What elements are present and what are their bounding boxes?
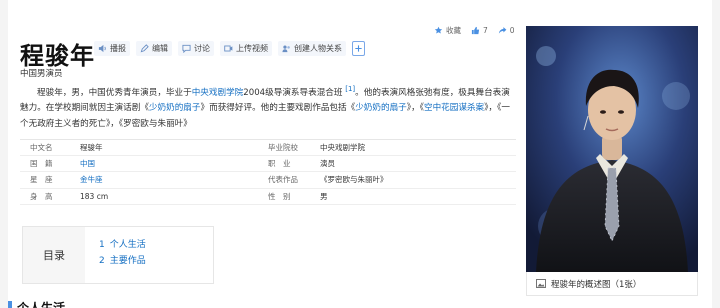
section-title: 个人生活 xyxy=(17,301,66,308)
toc-title: 目录 xyxy=(23,227,85,283)
share-count: 0 xyxy=(509,26,515,35)
info-key: 中文名 xyxy=(30,142,53,152)
toc-label: 个人生活 xyxy=(109,240,146,250)
info-value: 183 cm xyxy=(80,191,109,201)
plus-icon xyxy=(355,45,362,52)
toc-label: 主要作品 xyxy=(109,256,146,266)
toc-list: 1 个人生活 2 主要作品 xyxy=(99,237,151,269)
info-value: 中央戏剧学院 xyxy=(320,142,365,152)
upload-video-button[interactable]: 上传视频 xyxy=(220,41,272,56)
create-relation-label: 创建人物关系 xyxy=(294,44,342,53)
gallery-icon xyxy=(536,279,546,288)
create-relation-button[interactable]: 创建人物关系 xyxy=(278,41,346,56)
summary-text-1: 程骏年，男，中国优秀青年演员，毕业于 xyxy=(37,87,192,98)
portrait-photo[interactable] xyxy=(526,26,698,272)
star-icon xyxy=(434,26,443,34)
favorite-button[interactable]: 收藏 xyxy=(434,25,461,36)
speaker-icon xyxy=(98,44,106,53)
portrait-image xyxy=(526,26,698,272)
toolbar: 播报 编辑 讨论 上传视频 创建人物关系 xyxy=(94,41,365,56)
info-key: 性 别 xyxy=(268,191,291,201)
info-value-link[interactable]: 中国 xyxy=(80,158,263,169)
summary-text-2: 2004级导演系导表混合班 xyxy=(243,87,343,98)
discuss-button[interactable]: 讨论 xyxy=(178,41,214,56)
comment-icon xyxy=(182,44,191,53)
thumb-up-icon xyxy=(471,26,480,35)
photo-caption-text: 程骏年的概述图（1张） xyxy=(551,279,642,290)
share-icon xyxy=(498,27,507,34)
page-subtitle: 中国男演员 xyxy=(20,69,63,79)
toc-item-main-works[interactable]: 2 主要作品 xyxy=(99,253,151,269)
link-central-academy[interactable]: 中央戏剧学院 xyxy=(192,88,244,98)
page-title: 程骏年 xyxy=(20,42,95,70)
info-value: 程骏年 xyxy=(80,142,103,152)
info-row: 身 高 183 cm 性 别 男 xyxy=(20,189,516,205)
discuss-label: 讨论 xyxy=(194,44,210,53)
relation-icon xyxy=(282,45,290,53)
info-value: 演员 xyxy=(320,158,335,168)
like-count: 7 xyxy=(483,26,488,35)
summary-paragraph: 程骏年，男，中国优秀青年演员，毕业于中央戏剧学院2004级导演系导表混合班 [1… xyxy=(20,82,512,132)
edit-button[interactable]: 编辑 xyxy=(136,41,172,56)
info-key: 毕业院校 xyxy=(268,142,298,152)
info-key: 星 座 xyxy=(30,175,53,185)
reference-1[interactable]: [1] xyxy=(345,85,355,93)
speak-label: 播报 xyxy=(110,44,126,53)
page: 程骏年 播报 编辑 讨论 上传视频 创建人物关系 中国男演员 收藏 7 0 程骏… xyxy=(8,0,712,308)
summary-text-4: 》而获得好评。他的主要戏剧作品包括《 xyxy=(200,103,356,114)
upload-video-label: 上传视频 xyxy=(236,44,268,53)
speak-button[interactable]: 播报 xyxy=(94,41,130,56)
toc-number: 2 xyxy=(99,256,105,266)
video-icon xyxy=(224,45,233,52)
info-row: 星 座 金牛座 代表作品 《罗密欧与朱丽叶》 xyxy=(20,172,516,189)
link-fan-play[interactable]: 少奶奶的扇子 xyxy=(149,103,201,113)
info-key: 国 籍 xyxy=(30,158,53,168)
favorite-label: 收藏 xyxy=(446,26,461,35)
toc-number: 1 xyxy=(99,240,105,250)
like-button[interactable]: 7 xyxy=(471,26,488,35)
photo-caption[interactable]: 程骏年的概述图（1张） xyxy=(526,272,698,296)
info-row: 国 籍 中国 职 业 演员 xyxy=(20,156,516,172)
add-button[interactable] xyxy=(352,41,365,56)
link-garden-murder[interactable]: 空中花园谋杀案 xyxy=(424,103,484,113)
edit-label: 编辑 xyxy=(152,44,168,53)
section-heading: 个人生活 xyxy=(8,299,65,308)
info-value: 《罗密欧与朱丽叶》 xyxy=(320,175,388,185)
top-actions: 收藏 7 0 xyxy=(434,25,515,36)
share-button[interactable]: 0 xyxy=(498,26,515,35)
toc-item-personal-life[interactable]: 1 个人生活 xyxy=(99,237,151,253)
section-bar xyxy=(8,300,12,308)
edit-icon xyxy=(140,44,149,53)
summary-text-5: 》，《 xyxy=(406,103,424,114)
info-value: 男 xyxy=(320,191,328,201)
table-of-contents: 目录 1 个人生活 2 主要作品 xyxy=(22,226,214,284)
info-key: 职 业 xyxy=(268,158,291,168)
info-key: 代表作品 xyxy=(268,175,298,185)
info-key: 身 高 xyxy=(30,191,53,201)
link-fan-play-2[interactable]: 少奶奶的扇子 xyxy=(355,103,407,113)
info-value-link[interactable]: 金牛座 xyxy=(80,174,263,185)
info-row: 中文名 程骏年 毕业院校 中央戏剧学院 xyxy=(20,139,516,156)
info-table: 中文名 程骏年 毕业院校 中央戏剧学院 国 籍 中国 职 业 演员 星 座 金牛… xyxy=(20,139,516,205)
